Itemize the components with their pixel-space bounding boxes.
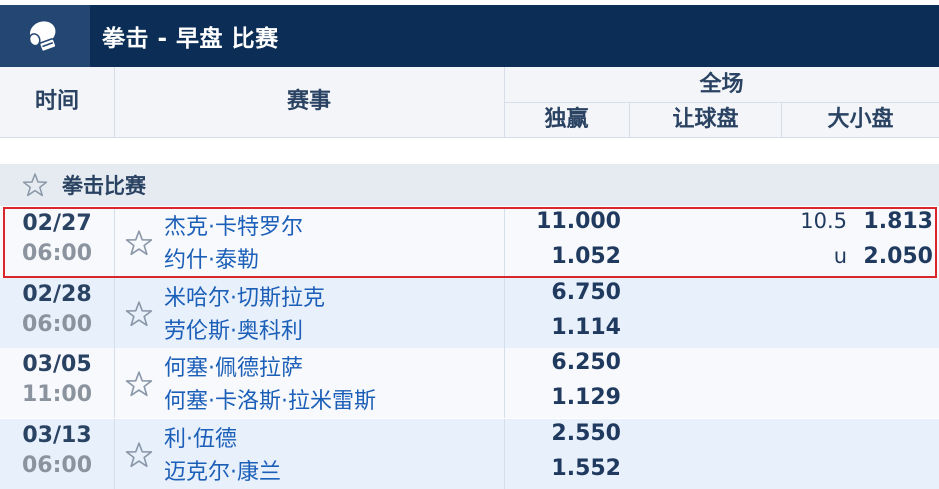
column-header-bar: 时间 赛事 全场 独赢 让球盘 大小盘 [0,67,939,138]
away-team-link[interactable]: 何塞·卡洛斯·拉米雷斯 [164,383,376,415]
match-date: 02/28 [22,282,92,307]
moneyline-away-odd[interactable]: 1.052 [551,244,621,269]
moneyline-home-odd[interactable]: 6.750 [551,280,621,305]
column-header-over-under: 大小盘 [827,107,894,132]
column-header-moneyline: 独赢 [544,107,589,132]
over-under-line: 10.5 [800,209,847,233]
boxing-glove-icon [28,21,57,53]
divider [504,207,505,277]
match-time: 11:00 [21,382,93,407]
match-time-cell: 03/05 11:00 [0,348,115,418]
divider [504,102,939,103]
star-icon[interactable] [125,370,153,398]
divider [629,103,630,137]
header-icon-box [0,5,90,67]
league-name: 拳击比赛 [62,174,146,198]
match-time: 06:00 [21,312,93,337]
home-team-link[interactable]: 杰克·卡特罗尔 [164,209,303,241]
star-icon[interactable] [125,229,153,257]
divider [781,103,782,137]
match-time-cell: 03/13 06:00 [0,419,115,489]
moneyline-away-odd[interactable]: 1.114 [551,315,621,340]
match-row: 03/05 11:00 何塞·佩德拉萨 何塞·卡洛斯·拉米雷斯 6.250 1.… [0,348,939,418]
league-row[interactable]: 拳击比赛 [0,164,939,206]
match-time: 06:00 [21,453,93,478]
column-header-time: 时间 [34,89,79,114]
under-odd[interactable]: 2.050 [863,244,933,269]
star-icon[interactable] [125,441,153,469]
star-icon[interactable] [125,300,153,328]
moneyline-home-odd[interactable]: 2.550 [551,421,621,446]
match-date: 02/27 [22,211,92,236]
under-label: u [833,244,847,268]
match-time-cell: 02/28 06:00 [0,278,115,348]
moneyline-away-odd[interactable]: 1.552 [551,456,621,481]
away-team-link[interactable]: 迈克尔·康兰 [164,454,281,486]
divider [504,419,505,489]
column-header-handicap: 让球盘 [672,107,739,132]
home-team-link[interactable]: 米哈尔·切斯拉克 [164,280,325,312]
match-row: 02/28 06:00 米哈尔·切斯拉克 劳伦斯·奥科利 6.750 1.114 [0,278,939,348]
away-team-link[interactable]: 约什·泰勒 [164,242,259,274]
column-header-full-time: 全场 [699,72,744,97]
home-team-link[interactable]: 何塞·佩德拉萨 [164,350,303,382]
over-odd[interactable]: 1.813 [863,209,933,234]
star-icon[interactable] [22,172,48,198]
match-time: 06:00 [21,241,93,266]
match-row: 02/27 06:00 杰克·卡特罗尔 约什·泰勒 11.000 1.052 1… [0,207,939,277]
page-title: 拳击 - 早盘 比赛 [102,26,279,52]
divider [504,348,505,418]
match-date: 03/13 [22,423,92,448]
moneyline-home-odd[interactable]: 6.250 [551,350,621,375]
match-date: 03/05 [22,352,92,377]
divider [114,67,115,137]
moneyline-away-odd[interactable]: 1.129 [551,385,621,410]
spacer [0,138,939,164]
section-header: 拳击 - 早盘 比赛 [0,5,939,67]
match-row: 03/13 06:00 利·伍德 迈克尔·康兰 2.550 1.552 [0,419,939,489]
moneyline-home-odd[interactable]: 11.000 [536,209,621,234]
column-header-event: 赛事 [286,89,331,114]
match-time-cell: 02/27 06:00 [0,207,115,277]
home-team-link[interactable]: 利·伍德 [164,421,237,453]
divider [504,278,505,348]
away-team-link[interactable]: 劳伦斯·奥科利 [164,313,303,345]
